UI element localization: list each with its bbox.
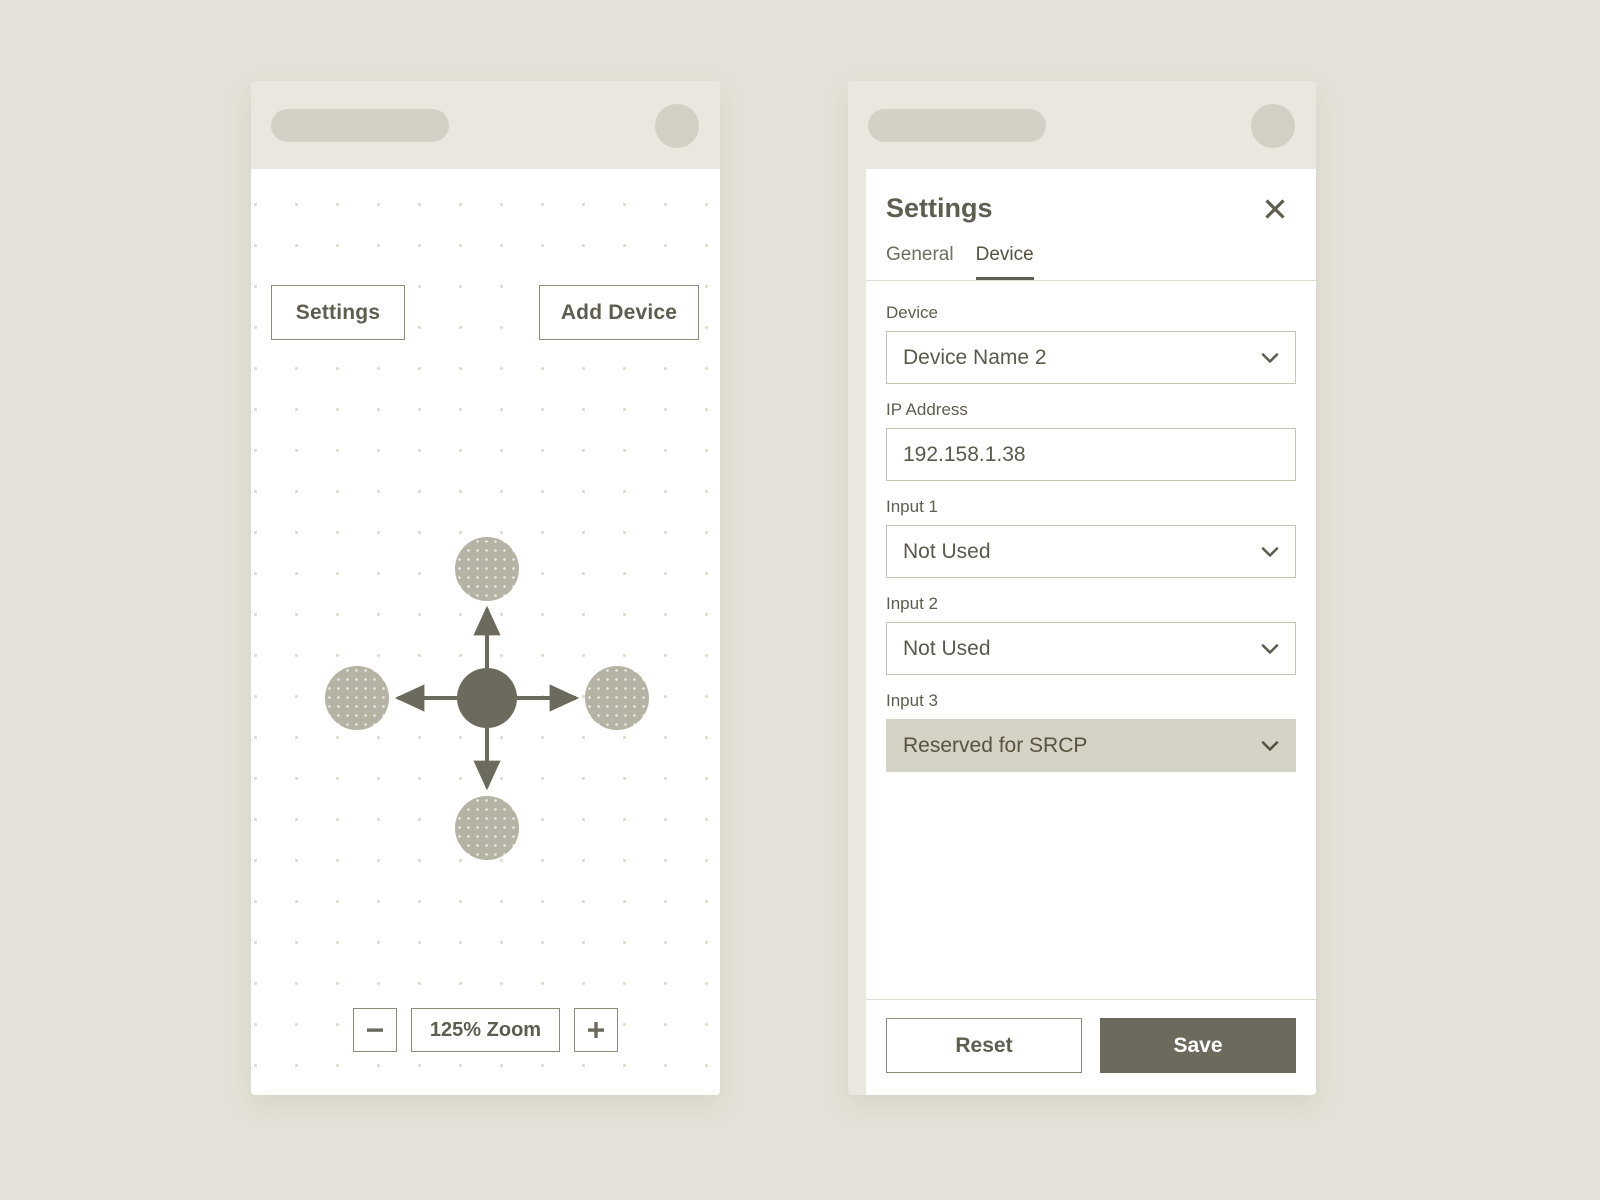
- zoom-out-button[interactable]: [352, 1008, 397, 1052]
- plus-icon: [588, 1022, 605, 1038]
- status-bar: [848, 81, 1316, 169]
- minus-icon: [366, 1028, 383, 1032]
- chevron-down-icon: [1261, 643, 1279, 654]
- settings-form: Device Device Name 2 IP Address 192.158.…: [866, 281, 1316, 999]
- zoom-in-button[interactable]: [574, 1008, 619, 1052]
- status-bar: [251, 81, 720, 169]
- field-label-ip-address: IP Address: [886, 400, 968, 419]
- input-1-value: Not Used: [903, 539, 991, 563]
- input-2-value: Not Used: [903, 636, 991, 660]
- chevron-down-icon: [1261, 352, 1279, 363]
- status-bar-pill-placeholder: [271, 109, 449, 142]
- field-label-input-1: Input 1: [886, 497, 938, 516]
- device-node-bottom[interactable]: [455, 796, 519, 860]
- close-icon[interactable]: [1262, 196, 1288, 222]
- device-node-left[interactable]: [325, 666, 389, 730]
- field-ip-address: IP Address 192.158.1.38: [886, 400, 1296, 481]
- field-input-3: Input 3 Reserved for SRCP: [886, 691, 1296, 772]
- settings-panel: Settings General Device Device Device Na…: [866, 169, 1316, 1095]
- input-2-select[interactable]: Not Used: [886, 622, 1296, 675]
- status-bar-avatar-placeholder: [655, 104, 699, 148]
- reset-button[interactable]: Reset: [886, 1018, 1082, 1073]
- input-1-select[interactable]: Not Used: [886, 525, 1296, 578]
- zoom-level-label[interactable]: 125% Zoom: [410, 1008, 561, 1052]
- ip-address-value: 192.158.1.38: [903, 442, 1026, 466]
- settings-phone-frame: Settings General Device Device Device Na…: [848, 81, 1316, 1095]
- device-node-top[interactable]: [455, 537, 519, 601]
- settings-footer: Reset Save: [866, 999, 1316, 1095]
- add-device-button[interactable]: Add Device: [539, 285, 699, 340]
- panel-title: Settings: [886, 193, 993, 223]
- tab-general[interactable]: General: [886, 244, 954, 280]
- chevron-down-icon: [1261, 740, 1279, 751]
- device-node-center-selected[interactable]: [457, 668, 517, 728]
- status-bar-pill-placeholder: [868, 109, 1046, 142]
- save-button[interactable]: Save: [1100, 1018, 1296, 1073]
- field-label-device: Device: [886, 303, 938, 322]
- settings-header: Settings General Device: [866, 169, 1316, 281]
- tab-device[interactable]: Device: [975, 244, 1034, 280]
- settings-tabs: General Device: [886, 244, 1288, 280]
- field-input-1: Input 1 Not Used: [886, 497, 1296, 578]
- device-canvas[interactable]: Settings Add Device 125% Zoom: [251, 169, 720, 1095]
- input-3-value: Reserved for SRCP: [903, 733, 1088, 757]
- settings-button[interactable]: Settings: [271, 285, 405, 340]
- canvas-phone-frame: Settings Add Device 125% Zoom: [251, 81, 720, 1095]
- field-label-input-3: Input 3: [886, 691, 938, 710]
- input-3-select-disabled: Reserved for SRCP: [886, 719, 1296, 772]
- chevron-down-icon: [1261, 546, 1279, 557]
- status-bar-avatar-placeholder: [1251, 104, 1295, 148]
- field-device: Device Device Name 2: [886, 303, 1296, 384]
- device-select[interactable]: Device Name 2: [886, 331, 1296, 384]
- ip-address-input[interactable]: 192.158.1.38: [886, 428, 1296, 481]
- field-input-2: Input 2 Not Used: [886, 594, 1296, 675]
- device-node-right[interactable]: [585, 666, 649, 730]
- zoom-controls: 125% Zoom: [251, 1008, 720, 1052]
- field-label-input-2: Input 2: [886, 594, 938, 613]
- device-select-value: Device Name 2: [903, 345, 1047, 369]
